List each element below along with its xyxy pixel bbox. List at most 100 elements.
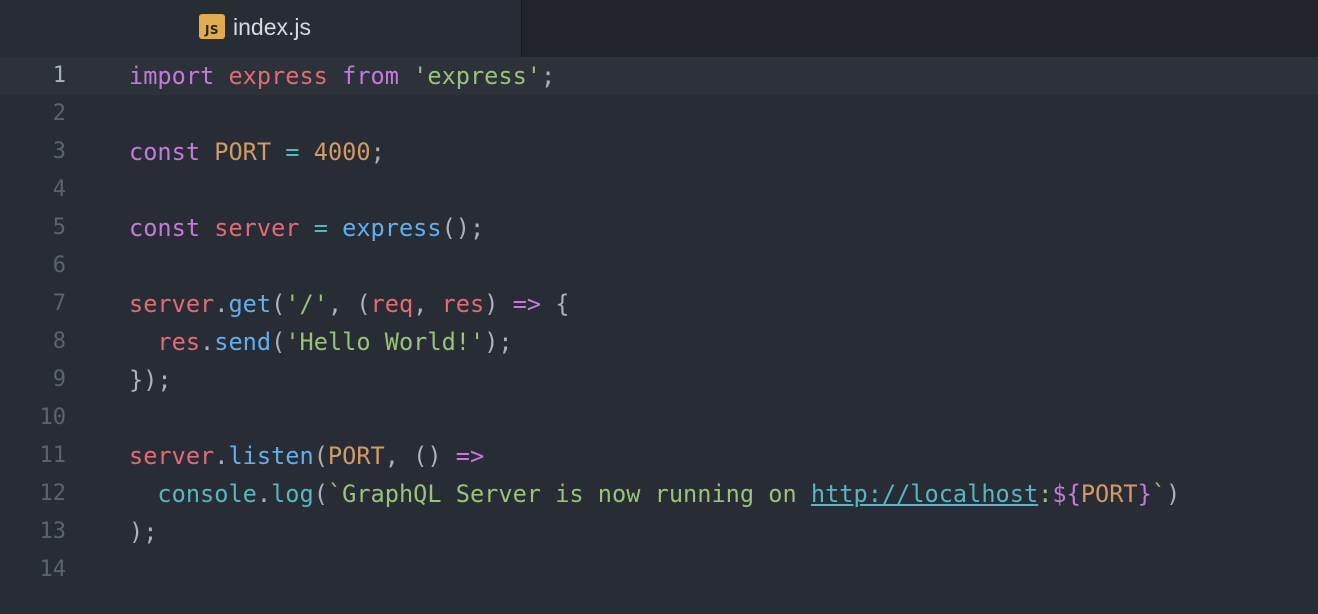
code-line[interactable]: 1 import express from 'express'; (0, 57, 1318, 95)
code-line[interactable]: 13); (0, 513, 1318, 551)
code-token: PORT (327, 442, 385, 470)
code-token: ) (1166, 480, 1181, 508)
line-content: import express from 'express'; (129, 57, 555, 95)
line-number: 12 (39, 481, 67, 506)
code-token: = (285, 138, 300, 166)
code-token: PORT (214, 138, 272, 166)
line-content: console.log(`GraphQL Server is now runni… (129, 475, 1180, 513)
line-content: server.listen(PORT, () => (129, 437, 484, 475)
code-token: }); (129, 366, 172, 394)
code-token: PORT (1080, 480, 1138, 508)
code-token: http://localhost (810, 480, 1039, 508)
code-token: } (1137, 480, 1152, 508)
code-token: => (512, 290, 542, 318)
code-token: res (441, 290, 485, 318)
code-token: (); (441, 214, 485, 242)
code-token: ` (1151, 480, 1167, 508)
tab-index-js[interactable]: JS index.js (0, 0, 522, 57)
code-token: { (541, 290, 570, 318)
code-token: from (342, 62, 399, 90)
code-token: const (129, 214, 201, 242)
line-content: const PORT = 4000; (129, 133, 385, 171)
code-token: `GraphQL Server is now running on (327, 480, 811, 508)
code-token: . (256, 480, 272, 508)
line-number: 5 (52, 215, 66, 240)
code-line[interactable]: 9}); (0, 361, 1318, 399)
line-content: const server = express(); (129, 209, 484, 247)
line-number: 2 (52, 101, 66, 126)
code-token: get (228, 290, 272, 318)
code-token: ); (484, 328, 513, 356)
code-token: server (214, 214, 300, 242)
line-number: 13 (39, 519, 67, 544)
code-token: : (1038, 480, 1053, 508)
code-token: = (313, 214, 328, 242)
code-line[interactable]: 4 (0, 171, 1318, 209)
line-number: 4 (52, 177, 66, 202)
code-line[interactable]: 12 console.log(`GraphQL Server is now ru… (0, 475, 1318, 513)
code-area[interactable]: 1 import express from 'express'; 2 3 const P… (0, 57, 1318, 614)
code-token: => (455, 442, 485, 470)
code-line[interactable]: 8 res.send('Hello World!'); (0, 323, 1318, 361)
code-token: ( (313, 480, 328, 508)
javascript-file-icon: JS (199, 14, 225, 39)
line-number: 8 (52, 329, 66, 354)
code-token: ; (541, 62, 556, 90)
code-token: server (129, 442, 215, 470)
code-token: 'Hello World!' (285, 328, 485, 356)
code-token: import (129, 62, 215, 90)
code-token: 'express' (413, 62, 541, 90)
code-token: ( (271, 290, 286, 318)
line-content: }); (129, 361, 172, 399)
code-line[interactable]: 11 server.listen(PORT, () => (0, 437, 1318, 475)
code-token: . (214, 442, 229, 470)
code-editor: JS index.js 1 import express from 'expres… (0, 0, 1318, 614)
line-number: 6 (52, 253, 66, 278)
code-line[interactable]: 2 (0, 95, 1318, 133)
line-content: ); (129, 513, 157, 551)
line-number: 7 (52, 291, 66, 316)
code-line[interactable]: 14 (0, 551, 1318, 589)
line-number: 9 (52, 367, 66, 392)
code-line[interactable]: 7 server.get('/', (req, res) => { (0, 285, 1318, 323)
line-number: 3 (52, 139, 66, 164)
code-token: res (157, 328, 201, 356)
code-token: send (214, 328, 272, 356)
code-token: express (342, 214, 442, 242)
code-token: , (413, 290, 442, 318)
tab-title: index.js (233, 14, 311, 40)
code-token: , ( (327, 290, 371, 318)
code-token: ; (370, 138, 385, 166)
code-token: log (271, 480, 314, 508)
code-token: ( (313, 442, 328, 470)
code-token: console (157, 480, 257, 508)
code-token: ) (484, 290, 513, 318)
code-line[interactable]: 6 (0, 247, 1318, 285)
code-token: . (200, 328, 215, 356)
code-line[interactable]: 3 const PORT = 4000; (0, 133, 1318, 171)
code-token: listen (228, 442, 314, 470)
code-token: const (129, 138, 201, 166)
code-line[interactable]: 10 (0, 399, 1318, 437)
tab-bar: JS index.js (0, 0, 1318, 57)
code-token: , () (384, 442, 456, 470)
line-number: 14 (39, 557, 67, 582)
line-number: 10 (39, 405, 67, 430)
code-token: req (370, 290, 414, 318)
code-token: express (228, 62, 328, 90)
code-line[interactable]: 5 const server = express(); (0, 209, 1318, 247)
line-content: res.send('Hello World!'); (129, 323, 513, 361)
code-token: server (129, 290, 215, 318)
line-content: server.get('/', (req, res) => { (129, 285, 569, 323)
code-token: '/' (285, 290, 328, 318)
line-number: 1 (52, 63, 66, 88)
